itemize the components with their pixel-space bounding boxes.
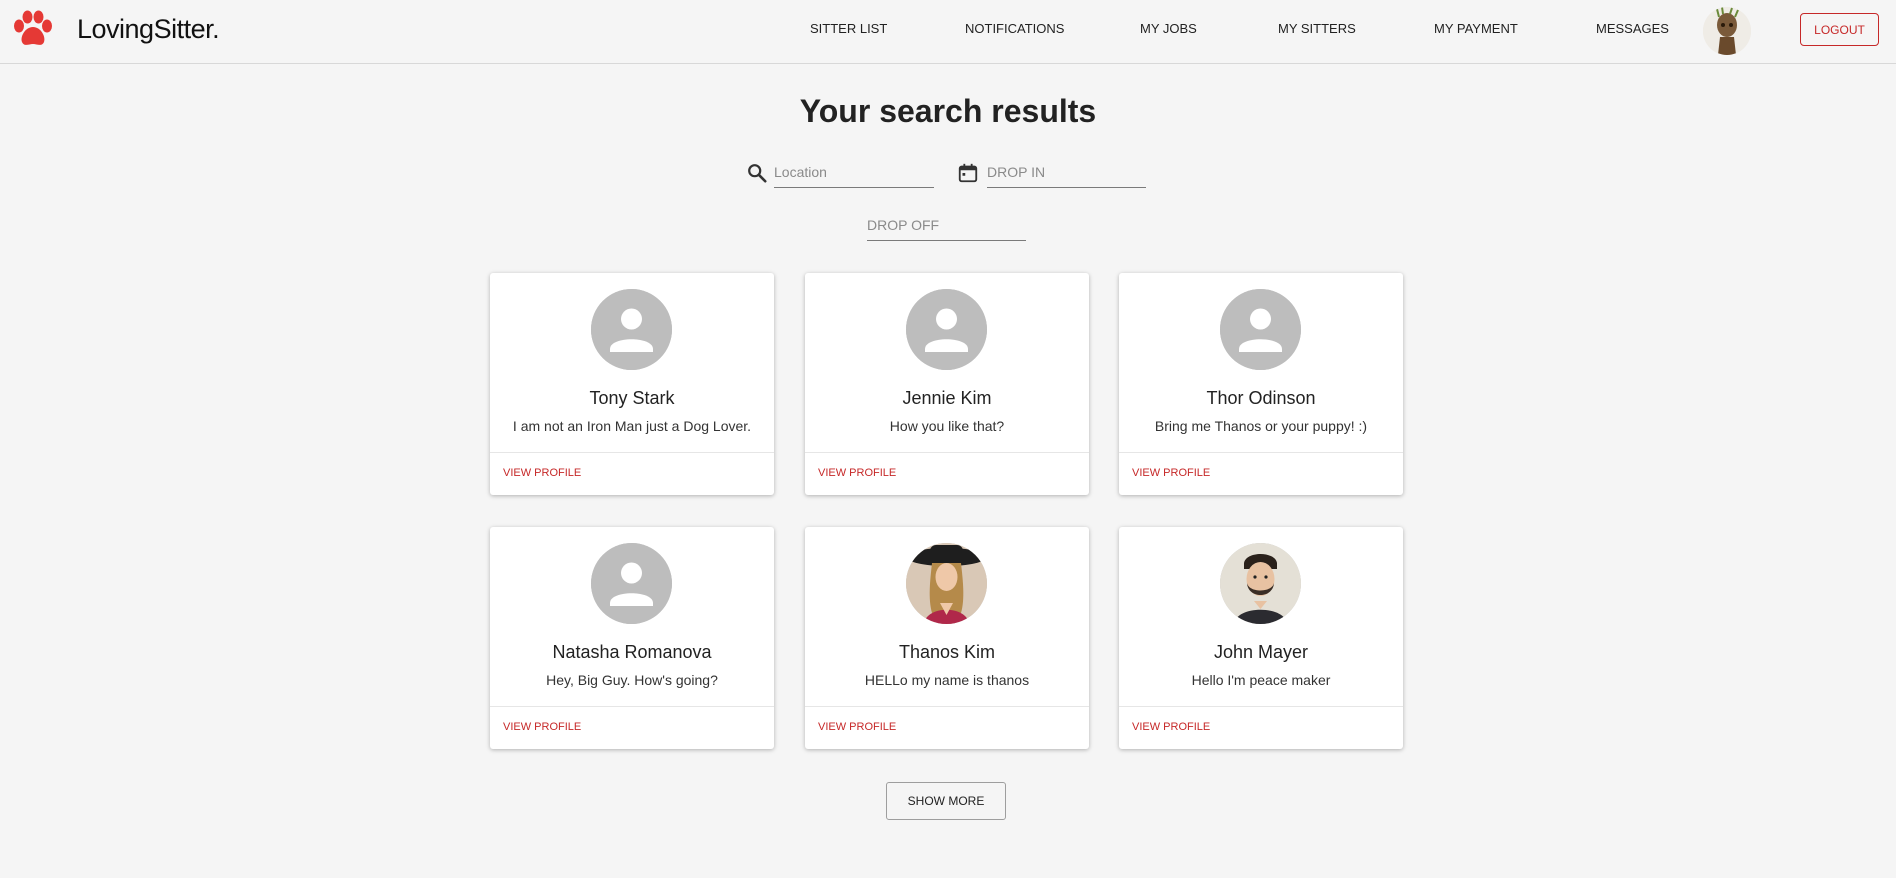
sitter-name: Jennie Kim [902,388,992,408]
nav-my-payment[interactable]: MY PAYMENT [1434,21,1518,36]
sitter-card: Jennie Kim How you like that? VIEW PROFI… [805,273,1089,495]
sitter-card: Natasha Romanova Hey, Big Guy. How's goi… [490,527,774,749]
person-placeholder-icon [906,289,987,370]
card-divider [805,706,1089,707]
sitter-avatar [591,543,672,624]
nav-my-sitters[interactable]: MY SITTERS [1278,21,1356,36]
sitter-bio: How you like that? [889,418,1005,434]
sitter-bio: Hello I'm peace maker [1191,672,1331,688]
card-divider [490,706,774,707]
woman-with-hat-photo-icon [906,543,987,624]
sitter-card: Thor Odinson Bring me Thanos or your pup… [1119,273,1403,495]
search-icon [748,164,767,183]
card-divider [1119,706,1403,707]
sitter-photo [1220,543,1301,624]
user-avatar[interactable] [1703,7,1751,55]
sitter-bio: Bring me Thanos or your puppy! :) [1154,418,1368,434]
show-more-button[interactable]: SHOW MORE [886,782,1006,820]
top-navbar: LovingSitter. SITTER LIST NOTIFICATIONS … [0,0,1896,64]
calendar-icon[interactable] [957,162,979,184]
paw-logo-icon[interactable] [12,10,54,48]
card-divider [805,452,1089,453]
sitter-name: Natasha Romanova [552,642,712,662]
brand-name[interactable]: LovingSitter. [77,14,220,45]
sitter-avatar [591,289,672,370]
view-profile-link[interactable]: VIEW PROFILE [1132,721,1210,733]
drop-off-field [867,211,1026,241]
view-profile-link[interactable]: VIEW PROFILE [818,721,896,733]
view-profile-link[interactable]: VIEW PROFILE [1132,467,1210,479]
location-input[interactable] [774,158,934,186]
sitter-name: Tony Stark [589,388,675,408]
view-profile-link[interactable]: VIEW PROFILE [818,467,896,479]
page-title: Your search results [799,93,1097,129]
sitter-bio: I am not an Iron Man just a Dog Lover. [512,418,752,434]
sitter-photo [906,543,987,624]
location-field [774,158,934,188]
sitter-name: Thanos Kim [898,642,996,662]
logout-button[interactable]: LOGOUT [1800,13,1879,46]
nav-messages[interactable]: MESSAGES [1596,21,1669,36]
drop-in-field [987,158,1146,188]
view-profile-link[interactable]: VIEW PROFILE [503,721,581,733]
person-placeholder-icon [591,289,672,370]
groot-avatar-icon [1703,7,1751,55]
view-profile-link[interactable]: VIEW PROFILE [503,467,581,479]
nav-my-jobs[interactable]: MY JOBS [1140,21,1197,36]
drop-off-input[interactable] [867,211,1026,239]
sitter-card: Thanos Kim HELLo my name is thanos VIEW … [805,527,1089,749]
nav-notifications[interactable]: NOTIFICATIONS [965,21,1064,36]
person-placeholder-icon [1220,289,1301,370]
card-divider [1119,452,1403,453]
nav-sitter-list[interactable]: SITTER LIST [810,21,887,36]
sitter-bio: HELLo my name is thanos [864,672,1030,688]
sitter-card: John Mayer Hello I'm peace maker VIEW PR… [1119,527,1403,749]
card-divider [490,452,774,453]
sitter-name: John Mayer [1213,642,1309,662]
bearded-man-photo-icon [1220,543,1301,624]
sitter-card: Tony Stark I am not an Iron Man just a D… [490,273,774,495]
person-placeholder-icon [591,543,672,624]
sitter-avatar [1220,289,1301,370]
drop-in-input[interactable] [987,158,1146,186]
sitter-name: Thor Odinson [1206,388,1316,408]
sitter-avatar [906,289,987,370]
sitter-bio: Hey, Big Guy. How's going? [546,672,718,688]
